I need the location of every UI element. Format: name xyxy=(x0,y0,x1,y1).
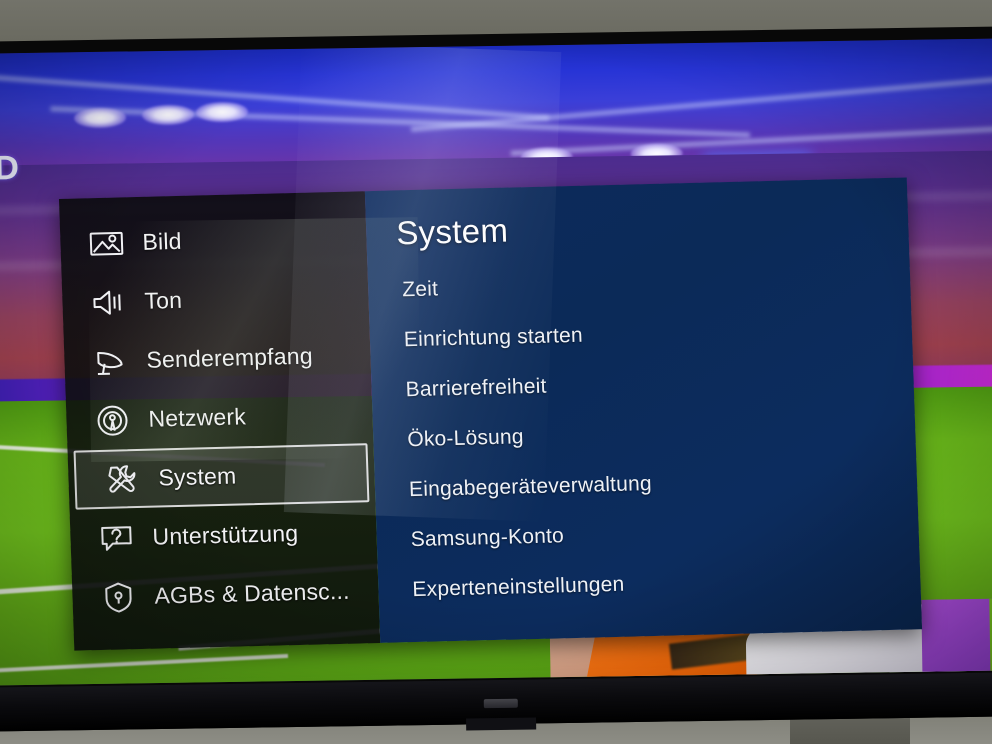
sidebar-item-label: AGBs & Datensc... xyxy=(154,577,351,609)
sidebar-item-senderempfang[interactable]: Senderempfang xyxy=(64,325,372,392)
panel-item-barrierefreiheit[interactable]: Barrierefreiheit xyxy=(405,365,914,402)
sidebar-item-label: Ton xyxy=(144,286,183,314)
panel-item-zeit[interactable]: Zeit xyxy=(402,265,911,302)
settings-sidebar: Bild Ton Senderempfang Netzwerk System U… xyxy=(58,191,381,651)
sidebar-item-agbs-datenschutz[interactable]: AGBs & Datensc... xyxy=(72,561,380,628)
sidebar-item-label: System xyxy=(158,462,237,491)
broadcast-icon xyxy=(92,404,133,437)
sidebar-item-label: Unterstützung xyxy=(152,519,299,550)
panel-item-einrichtung-starten[interactable]: Einrichtung starten xyxy=(404,315,913,352)
tools-icon xyxy=(102,462,143,495)
help-bubble-icon xyxy=(96,522,137,555)
tv-stand xyxy=(466,717,537,731)
panel-item-experteneinstellungen[interactable]: Experteneinstellungen xyxy=(412,565,921,602)
satellite-dish-icon xyxy=(90,345,131,378)
page-title: System xyxy=(395,211,509,252)
settings-detail-panel: System Zeit Einrichtung starten Barriere… xyxy=(364,177,923,643)
sidebar-item-system[interactable]: System xyxy=(73,443,370,510)
television-set: HD 8:27 moma Bericht: T. Meingast / H. S… xyxy=(0,26,992,732)
sidebar-item-bild[interactable]: Bild xyxy=(59,207,367,274)
tv-screen: HD 8:27 moma Bericht: T. Meingast / H. S… xyxy=(0,38,992,686)
samsung-logo xyxy=(483,698,518,709)
panel-item-eingabegeraeteverwaltung[interactable]: Eingabegeräteverwaltung xyxy=(409,465,918,502)
panel-item-oeko-loesung[interactable]: Öko-Lösung xyxy=(407,415,916,452)
pitch-line xyxy=(0,653,289,673)
sidebar-item-label: Netzwerk xyxy=(148,403,247,432)
picture-icon xyxy=(86,227,127,260)
sidebar-item-label: Bild xyxy=(142,227,183,255)
sidebar-item-netzwerk[interactable]: Netzwerk xyxy=(66,384,374,451)
sidebar-item-unterstuetzung[interactable]: Unterstützung xyxy=(70,502,378,569)
channel-hd-logo: HD xyxy=(0,149,21,188)
stadium-roof xyxy=(0,38,992,172)
sidebar-item-label: Senderempfang xyxy=(146,342,314,373)
panel-item-samsung-konto[interactable]: Samsung-Konto xyxy=(410,515,919,552)
shield-lock-icon xyxy=(98,581,139,614)
speaker-icon xyxy=(88,286,129,319)
settings-menu-overlay: Bild Ton Senderempfang Netzwerk System U… xyxy=(58,177,923,651)
photo-of-tv-screen: HD 8:27 moma Bericht: T. Meingast / H. S… xyxy=(0,0,992,744)
sidebar-item-ton[interactable]: Ton xyxy=(62,266,370,333)
